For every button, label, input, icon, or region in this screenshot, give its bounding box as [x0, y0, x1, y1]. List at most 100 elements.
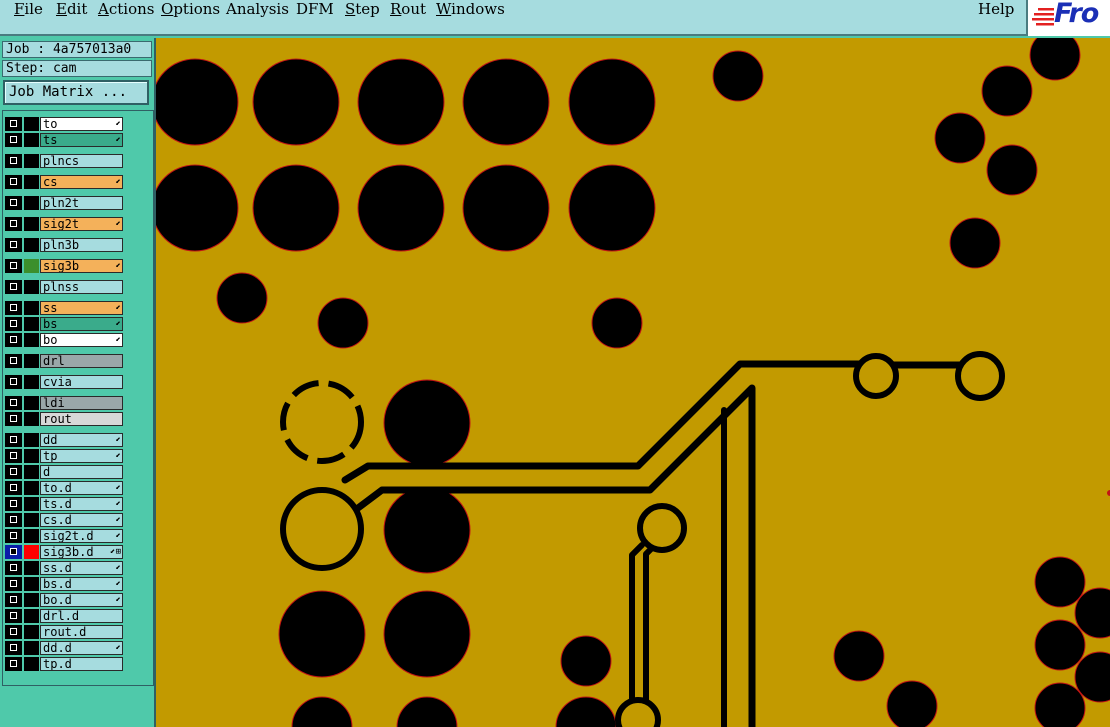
- layer-checkbox[interactable]: [5, 354, 22, 368]
- layer-row[interactable]: sig3b.d ⬋⊞: [4, 544, 124, 560]
- layer-row[interactable]: bs.d ⬋: [4, 576, 124, 592]
- layer-color-swatch[interactable]: [24, 481, 39, 495]
- menu-analysis[interactable]: Analysis: [226, 0, 289, 18]
- layer-row[interactable]: ss ⬋: [4, 300, 124, 316]
- layer-name[interactable]: ss.d ⬋: [40, 561, 123, 575]
- layer-color-swatch[interactable]: [24, 154, 39, 168]
- layer-checkbox[interactable]: [5, 577, 22, 591]
- layer-name[interactable]: rout: [40, 412, 123, 426]
- menu-edit[interactable]: Edit: [56, 0, 87, 18]
- layer-checkbox[interactable]: [5, 641, 22, 655]
- layer-name[interactable]: sig2t ⬋: [40, 217, 123, 231]
- layer-name[interactable]: to ⬋: [40, 117, 123, 131]
- layer-color-swatch[interactable]: [24, 375, 39, 389]
- layer-row[interactable]: plncs: [4, 153, 124, 169]
- layer-color-swatch[interactable]: [24, 280, 39, 294]
- layer-name[interactable]: sig2t.d ⬋: [40, 529, 123, 543]
- layer-checkbox[interactable]: [5, 396, 22, 410]
- layer-name[interactable]: d: [40, 465, 123, 479]
- menu-windows[interactable]: Windows: [436, 0, 505, 18]
- menu-actions[interactable]: Actions: [98, 0, 154, 18]
- layer-color-swatch[interactable]: [24, 196, 39, 210]
- layer-row[interactable]: bo.d ⬋: [4, 592, 124, 608]
- layer-row[interactable]: to.d ⬋: [4, 480, 124, 496]
- layer-row[interactable]: ss.d ⬋: [4, 560, 124, 576]
- layer-name[interactable]: bs.d ⬋: [40, 577, 123, 591]
- layer-checkbox[interactable]: [5, 301, 22, 315]
- layer-row[interactable]: bo ⬋: [4, 332, 124, 348]
- layer-color-swatch[interactable]: [24, 412, 39, 426]
- layer-name[interactable]: sig3b.d ⬋⊞: [40, 545, 123, 559]
- layer-checkbox[interactable]: [5, 196, 22, 210]
- layer-color-swatch[interactable]: [24, 513, 39, 527]
- layer-checkbox[interactable]: [5, 433, 22, 447]
- layer-name[interactable]: ts.d ⬋: [40, 497, 123, 511]
- layer-color-swatch[interactable]: [24, 657, 39, 671]
- layer-row[interactable]: cvia: [4, 374, 124, 390]
- layer-row[interactable]: rout.d: [4, 624, 124, 640]
- layer-row[interactable]: tp ⬋: [4, 448, 124, 464]
- layer-color-swatch[interactable]: [24, 609, 39, 623]
- layer-checkbox[interactable]: [5, 317, 22, 331]
- layer-checkbox[interactable]: [5, 175, 22, 189]
- layer-color-swatch[interactable]: [24, 238, 39, 252]
- layer-color-swatch[interactable]: [24, 641, 39, 655]
- layer-row[interactable]: cs.d ⬋: [4, 512, 124, 528]
- menu-dfm[interactable]: DFM: [296, 0, 334, 18]
- layer-checkbox[interactable]: [5, 238, 22, 252]
- layer-checkbox[interactable]: [5, 545, 22, 559]
- layer-row[interactable]: drl: [4, 353, 124, 369]
- layer-checkbox[interactable]: [5, 333, 22, 347]
- layer-row[interactable]: sig2t.d ⬋: [4, 528, 124, 544]
- layer-name[interactable]: pln2t: [40, 196, 123, 210]
- layer-checkbox[interactable]: [5, 561, 22, 575]
- layer-checkbox[interactable]: [5, 280, 22, 294]
- layer-row[interactable]: pln3b: [4, 237, 124, 253]
- layer-checkbox[interactable]: [5, 449, 22, 463]
- layer-row[interactable]: dd ⬋: [4, 432, 124, 448]
- layer-name[interactable]: ts ⬋: [40, 133, 123, 147]
- layer-checkbox[interactable]: [5, 657, 22, 671]
- layer-checkbox[interactable]: [5, 412, 22, 426]
- layer-checkbox[interactable]: [5, 593, 22, 607]
- layer-row[interactable]: dd.d ⬋: [4, 640, 124, 656]
- layer-name[interactable]: tp.d: [40, 657, 123, 671]
- job-matrix-button[interactable]: Job Matrix ...: [3, 80, 149, 105]
- layer-color-swatch[interactable]: [24, 396, 39, 410]
- layer-checkbox[interactable]: [5, 497, 22, 511]
- layer-color-swatch[interactable]: [24, 593, 39, 607]
- layer-name[interactable]: drl: [40, 354, 123, 368]
- layer-color-swatch[interactable]: [24, 465, 39, 479]
- layer-name[interactable]: dd.d ⬋: [40, 641, 123, 655]
- layer-color-swatch[interactable]: [24, 317, 39, 331]
- layer-name[interactable]: ldi: [40, 396, 123, 410]
- layer-row[interactable]: cs ⬋: [4, 174, 124, 190]
- layer-color-swatch[interactable]: [24, 433, 39, 447]
- layer-checkbox[interactable]: [5, 625, 22, 639]
- layer-row[interactable]: ldi: [4, 395, 124, 411]
- layer-name[interactable]: bo.d ⬋: [40, 593, 123, 607]
- layer-checkbox[interactable]: [5, 259, 22, 273]
- layer-checkbox[interactable]: [5, 133, 22, 147]
- layer-row[interactable]: to ⬋: [4, 116, 124, 132]
- layer-name[interactable]: drl.d: [40, 609, 123, 623]
- layer-row[interactable]: tp.d: [4, 656, 124, 672]
- layer-row[interactable]: pln2t: [4, 195, 124, 211]
- layer-color-swatch[interactable]: [24, 354, 39, 368]
- layer-color-swatch[interactable]: [24, 545, 39, 559]
- layer-row[interactable]: rout: [4, 411, 124, 427]
- layer-color-swatch[interactable]: [24, 529, 39, 543]
- layer-name[interactable]: plnss: [40, 280, 123, 294]
- layer-color-swatch[interactable]: [24, 133, 39, 147]
- layer-row[interactable]: plnss: [4, 279, 124, 295]
- layer-checkbox[interactable]: [5, 375, 22, 389]
- layer-color-swatch[interactable]: [24, 577, 39, 591]
- layer-row[interactable]: sig3b ⬋: [4, 258, 124, 274]
- layer-color-swatch[interactable]: [24, 497, 39, 511]
- menu-rout[interactable]: Rout: [390, 0, 426, 18]
- menu-file[interactable]: File: [14, 0, 43, 18]
- layer-row[interactable]: drl.d: [4, 608, 124, 624]
- layer-color-swatch[interactable]: [24, 333, 39, 347]
- layer-color-swatch[interactable]: [24, 117, 39, 131]
- layer-name[interactable]: ss ⬋: [40, 301, 123, 315]
